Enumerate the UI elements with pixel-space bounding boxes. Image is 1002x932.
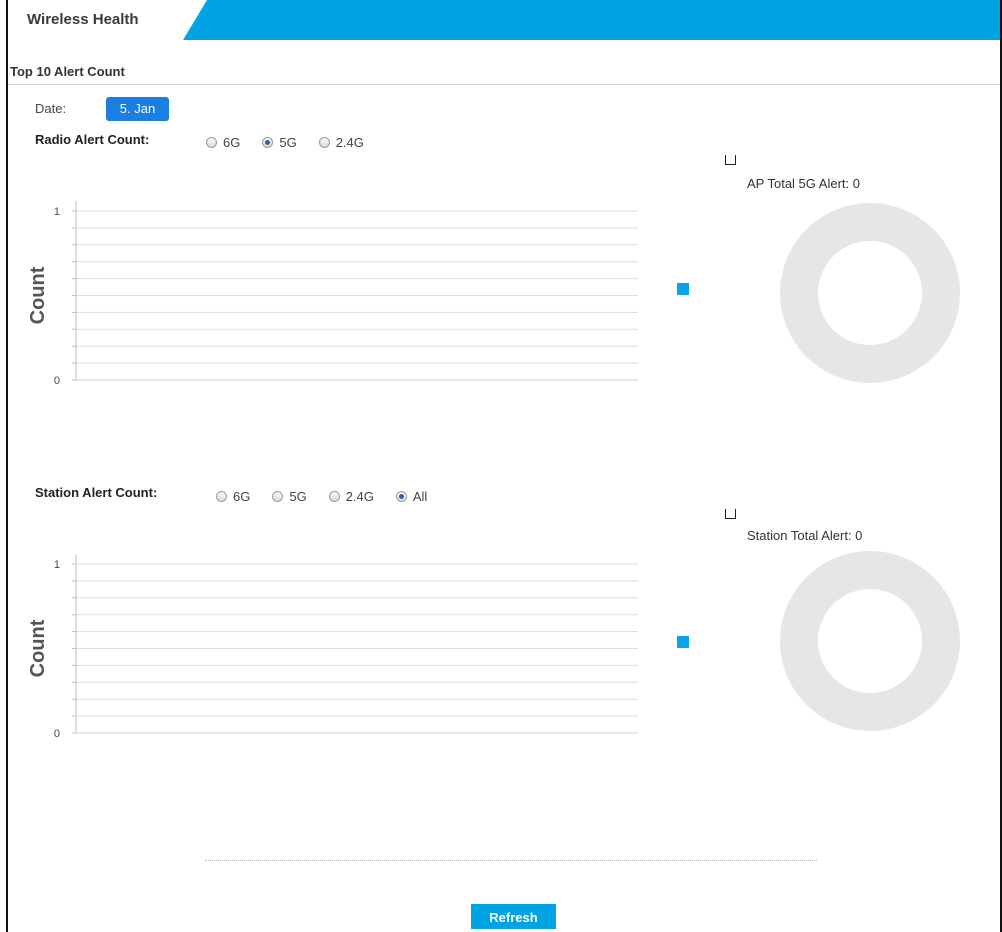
radio-chart-tick-label-min: 0 bbox=[54, 375, 60, 387]
radio-button-icon bbox=[206, 137, 217, 148]
radio-chart-legend-swatch bbox=[677, 283, 689, 295]
station-chart-legend-swatch bbox=[677, 636, 689, 648]
radio-option-2-4g[interactable]: 2.4G bbox=[318, 135, 364, 150]
radio-option-6g[interactable]: 6G bbox=[206, 135, 240, 150]
station-chart-tick-label-min: 0 bbox=[54, 728, 60, 740]
station-chart-tick-label-max: 1 bbox=[54, 559, 60, 571]
station-chart-y-axis-label: Count bbox=[27, 619, 49, 677]
refresh-button[interactable]: Refresh bbox=[471, 904, 556, 929]
section-divider bbox=[8, 84, 1000, 85]
station-alert-donut-chart bbox=[780, 551, 960, 731]
radio-donut-summary: AP Total 5G Alert: 0 bbox=[747, 176, 860, 191]
radio-alert-count-label: Radio Alert Count: bbox=[35, 132, 150, 147]
station-band-selector: 6G 5G 2.4G All bbox=[216, 489, 449, 504]
radio-alert-bar-chart: 1 0 Count bbox=[27, 201, 638, 387]
radio-button-checked-icon bbox=[262, 137, 274, 148]
station-donut-summary: Station Total Alert: 0 bbox=[747, 528, 863, 543]
tab-wireless-health[interactable]: Wireless Health bbox=[8, 0, 183, 40]
radio-band-selector: 6G 5G 2.4G bbox=[206, 135, 386, 150]
date-badge: 5. Jan bbox=[106, 97, 169, 121]
station-donut-legend-checkbox[interactable] bbox=[725, 509, 736, 519]
station-option-5g[interactable]: 5G bbox=[272, 489, 307, 504]
tab-corner bbox=[183, 0, 207, 40]
radio-button-icon bbox=[328, 491, 340, 502]
radio-alert-donut-chart bbox=[780, 203, 960, 383]
section-title: Top 10 Alert Count bbox=[10, 64, 125, 79]
footer-divider bbox=[205, 860, 817, 861]
station-option-6g[interactable]: 6G bbox=[216, 489, 250, 504]
radio-button-icon bbox=[318, 137, 330, 148]
station-option-all[interactable]: All bbox=[395, 489, 427, 504]
radio-chart-tick-label-max: 1 bbox=[54, 206, 60, 218]
station-option-2-4g[interactable]: 2.4G bbox=[328, 489, 374, 504]
radio-button-icon bbox=[272, 491, 284, 502]
radio-option-5g[interactable]: 5G bbox=[262, 135, 297, 150]
radio-donut-legend-checkbox[interactable] bbox=[725, 155, 736, 165]
radio-chart-y-axis-label: Count bbox=[27, 266, 49, 324]
window-border-left bbox=[6, 0, 8, 932]
radio-button-checked-icon bbox=[395, 491, 407, 502]
station-alert-count-label: Station Alert Count: bbox=[35, 485, 158, 500]
date-label: Date: bbox=[35, 101, 67, 116]
station-alert-bar-chart: 1 0 Count bbox=[27, 554, 638, 740]
radio-button-icon bbox=[216, 491, 227, 502]
